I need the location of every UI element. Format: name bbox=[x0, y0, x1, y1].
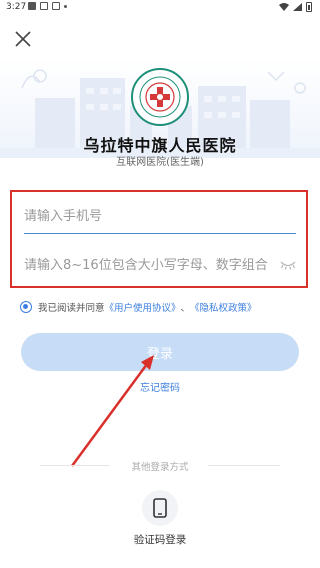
privacy-policy-link[interactable]: 《隐私权政策》 bbox=[190, 300, 257, 314]
image-icon bbox=[40, 2, 48, 10]
phone-icon bbox=[153, 498, 167, 518]
sms-login-label[interactable]: 验证码登录 bbox=[0, 532, 320, 547]
login-button[interactable]: 登录 bbox=[21, 333, 299, 371]
close-icon[interactable] bbox=[12, 28, 34, 50]
phone-input[interactable] bbox=[24, 209, 296, 224]
other-login-label: 其他登录方式 bbox=[131, 462, 189, 473]
status-time: 3:27 bbox=[6, 2, 27, 12]
forgot-password-link[interactable]: 忘记密码 bbox=[0, 379, 320, 394]
notification-icons bbox=[28, 2, 67, 10]
agreement-radio[interactable] bbox=[20, 301, 32, 313]
login-form bbox=[10, 190, 308, 288]
user-agreement-link[interactable]: 《用户使用协议》 bbox=[105, 300, 181, 314]
eye-closed-icon[interactable] bbox=[280, 260, 296, 270]
notification-icon bbox=[28, 2, 36, 10]
agreement-row: 我已阅读并同意 《用户使用协议》 、 《隐私权政策》 bbox=[20, 300, 257, 314]
password-field[interactable] bbox=[24, 248, 296, 282]
app-subtitle: 互联网医院(医生端) bbox=[116, 157, 204, 168]
more-dot-icon bbox=[64, 5, 67, 8]
hospital-logo-icon bbox=[131, 68, 189, 126]
app-icon bbox=[52, 2, 60, 10]
agreement-separator: 、 bbox=[180, 303, 191, 314]
battery-icon bbox=[306, 2, 312, 12]
phone-field[interactable] bbox=[24, 200, 296, 234]
password-input[interactable] bbox=[24, 257, 296, 273]
wifi-icon bbox=[279, 3, 289, 11]
divider-right bbox=[208, 465, 280, 466]
signal-icon bbox=[293, 3, 302, 11]
status-bar: 3:27 bbox=[0, 0, 320, 14]
sms-login-button[interactable] bbox=[142, 490, 178, 526]
agreement-prefix: 我已阅读并同意 bbox=[38, 303, 105, 314]
system-icons bbox=[279, 2, 312, 12]
